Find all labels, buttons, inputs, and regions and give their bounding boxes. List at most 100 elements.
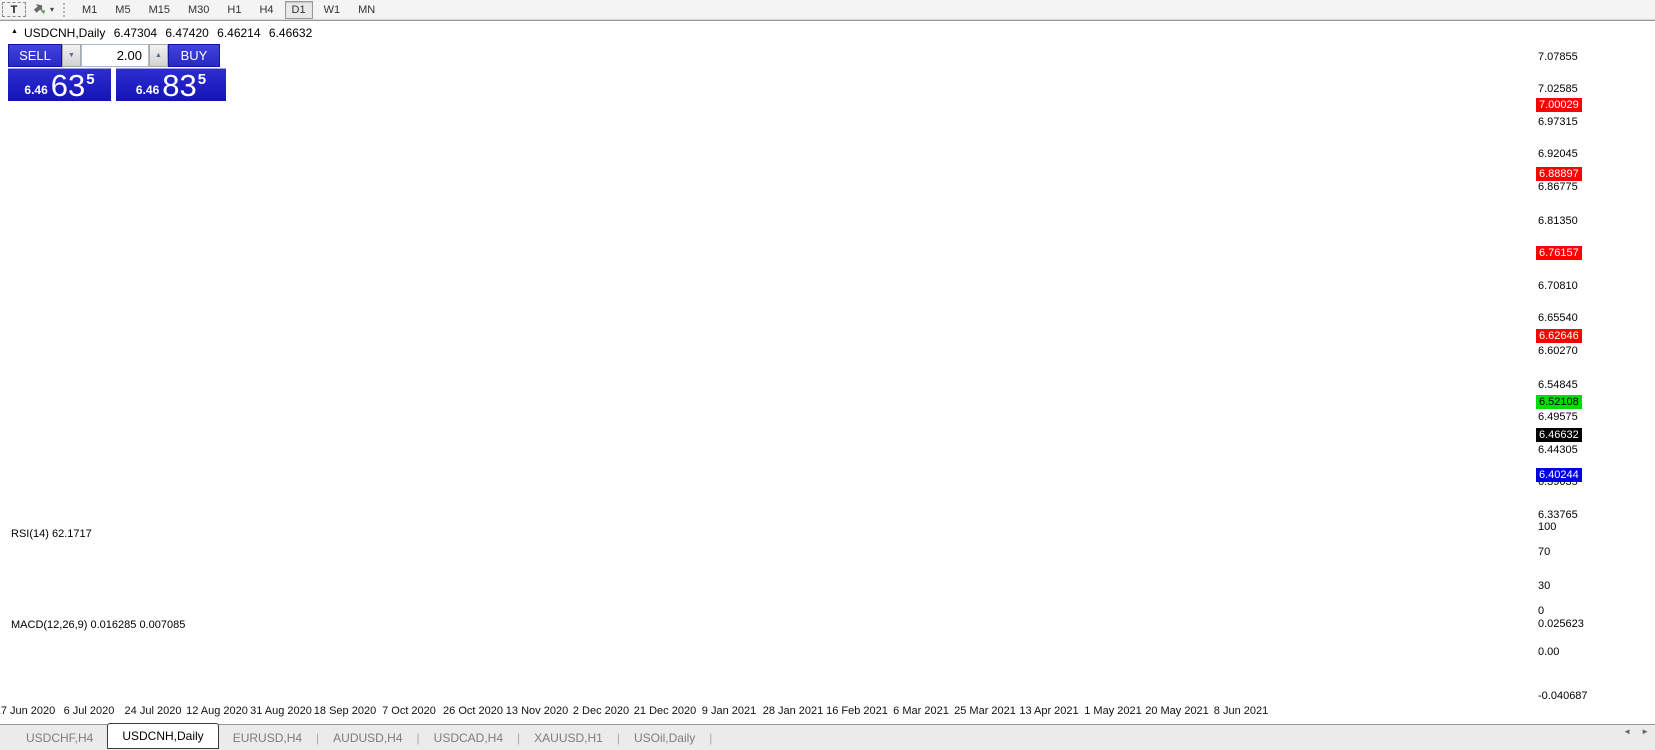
timeframe-button-d1[interactable]: D1: [284, 0, 313, 19]
chart-title-marker-icon: ▲: [11, 28, 18, 35]
toolbar-separator: [63, 2, 70, 17]
date-axis-tick-label: 12 Aug 2020: [186, 705, 248, 717]
date-axis-tick-label: 7 Oct 2020: [382, 705, 436, 717]
chart-high-value: 6.47420: [165, 26, 209, 40]
date-axis-tick-label: 18 Sep 2020: [313, 705, 377, 717]
text-label-tool-button[interactable]: T: [2, 2, 26, 17]
rsi-indicator-label: RSI(14) 62.1717: [11, 528, 92, 540]
chart-tab-usdchf[interactable]: USDCHF,H4: [12, 727, 107, 749]
chart-tab-xauusd[interactable]: XAUUSD,H1: [520, 727, 617, 749]
arrows-tool-icon: [32, 2, 48, 18]
rsi-name: RSI(14): [11, 528, 49, 540]
date-axis-tick-label: 24 Jul 2020: [124, 705, 182, 717]
tab-separator: |: [709, 730, 713, 745]
chart-tab-eurusd[interactable]: EURUSD,H4: [219, 727, 316, 749]
buy-price-sup: 5: [197, 71, 207, 88]
macd-name: MACD(12,26,9): [11, 619, 88, 631]
timeframe-button-m15[interactable]: M15: [142, 1, 177, 19]
timeframe-button-m1[interactable]: M1: [75, 1, 104, 19]
arrows-tool-dropdown[interactable]: ▾: [28, 2, 58, 18]
macd-signal-value: 0.007085: [139, 619, 186, 631]
timeframe-button-m5[interactable]: M5: [108, 1, 137, 19]
price-axis-tick-label: 6.97315: [1538, 115, 1578, 128]
date-axis-tick-label: 6 Jul 2020: [63, 705, 115, 717]
chart-tab-usdcnh[interactable]: USDCNH,Daily: [107, 722, 219, 749]
chart-tab-usoil[interactable]: USOil,Daily: [620, 727, 709, 749]
date-axis-tick-label: 2 Dec 2020: [572, 705, 630, 717]
chevron-down-icon: ▾: [50, 5, 55, 14]
date-axis-tick-label: 21 Dec 2020: [633, 705, 697, 717]
price-level-label: 6.88897: [1536, 166, 1582, 181]
macd-axis-tick-label: -0.040687: [1538, 690, 1588, 702]
chart-tab-bar: USDCHF,H4 USDCNH,Daily EURUSD,H4 | AUDUSD,H4…: [0, 722, 1655, 750]
date-axis-tick-label: 31 Aug 2020: [250, 705, 312, 717]
price-axis-tick-label: 6.33765: [1538, 509, 1578, 522]
timeframe-button-h4[interactable]: H4: [252, 1, 280, 19]
price-axis-tick-label: 6.49575: [1538, 411, 1578, 424]
rsi-axis-tick-label: 0: [1538, 605, 1545, 617]
chart-tab-usdcad[interactable]: USDCAD,H4: [420, 727, 517, 749]
price-axis-tick-label: 7.02585: [1538, 83, 1578, 96]
date-axis-tick-label: 16 Feb 2021: [826, 705, 888, 717]
rsi-axis-tick-label: 30: [1538, 579, 1551, 592]
price-level-label: 6.76157: [1536, 245, 1582, 260]
price-axis-tick-label: 7.07855: [1538, 50, 1578, 63]
one-click-trade-panel: SELL ▼ ▲ BUY 6.46 63 5 6.46 83 5: [8, 44, 226, 101]
macd-indicator-label: MACD(12,26,9) 0.016285 0.007085: [11, 619, 185, 631]
timeframe-button-m30[interactable]: M30: [181, 1, 216, 19]
tab-scroll-right-icon[interactable]: ►: [1641, 727, 1649, 736]
price-level-label: 7.00029: [1536, 97, 1582, 112]
date-axis-tick-label: 13 Apr 2021: [1019, 705, 1079, 717]
timeframe-button-mn[interactable]: MN: [351, 1, 382, 19]
chart-title: USDCNH,Daily 6.47304 6.47420 6.46214 6.4…: [24, 26, 317, 40]
rsi-axis-tick-label: 100: [1538, 521, 1557, 533]
timeframe-button-h1[interactable]: H1: [220, 1, 248, 19]
date-axis-tick-label: 1 May 2021: [1084, 705, 1142, 717]
tab-scroll-left-icon[interactable]: ◄: [1623, 727, 1631, 736]
price-axis-tick-label: 6.92045: [1538, 148, 1578, 161]
chart-open-value: 6.47304: [113, 26, 158, 40]
sell-button[interactable]: SELL: [8, 44, 62, 67]
buy-price-quote[interactable]: 6.46 83 5: [116, 68, 226, 101]
sell-price-quote[interactable]: 6.46 63 5: [8, 68, 111, 101]
chart-tab-audusd[interactable]: AUDUSD,H4: [319, 727, 416, 749]
tab-scroll-controls: ◄ ►: [1623, 727, 1649, 736]
rsi-axis-tick-label: 70: [1538, 545, 1551, 558]
date-axis-tick-label: 17 Jun 2020: [0, 705, 56, 717]
price-axis-tick-label: 6.44305: [1538, 443, 1578, 456]
date-axis-tick-label: 28 Jan 2021: [762, 705, 824, 717]
volume-decrease-button[interactable]: ▼: [62, 44, 81, 67]
date-axis-tick-label: 6 Mar 2021: [893, 705, 949, 717]
price-level-label: 6.62646: [1536, 329, 1582, 344]
macd-axis-tick-label: 0.025623: [1538, 618, 1584, 631]
price-axis-tick-label: 6.81350: [1538, 214, 1578, 227]
date-axis-tick-label: 26 Oct 2020: [443, 705, 503, 717]
sell-price-small: 6.46: [24, 83, 48, 97]
timeframe-button-group: M1 M5 M15 M30 H1 H4 D1 W1 MN: [75, 0, 382, 19]
price-axis-tick-label: 6.65540: [1538, 312, 1578, 325]
price-level-label: 6.40244: [1536, 467, 1582, 482]
price-axis-tick-label: 6.60270: [1538, 345, 1578, 358]
sell-price-sup: 5: [86, 71, 95, 88]
macd-axis-tick-label: 0.00: [1538, 646, 1560, 658]
sell-price-big: 63: [50, 68, 86, 103]
date-axis-tick-label: 9 Jan 2021: [701, 705, 757, 717]
buy-button[interactable]: BUY: [168, 44, 220, 67]
price-axis-tick-label: 6.54845: [1538, 378, 1578, 391]
chart-close-value: 6.46632: [268, 26, 313, 40]
timeframe-button-w1[interactable]: W1: [317, 1, 348, 19]
buy-price-small: 6.46: [135, 83, 160, 97]
volume-increase-button[interactable]: ▲: [149, 44, 168, 67]
top-toolbar: T ▾ M1 M5 M15 M30 H1 H4 D1 W1 MN: [0, 0, 1655, 20]
volume-input[interactable]: [81, 44, 149, 67]
date-axis-tick-label: 25 Mar 2021: [954, 705, 1016, 717]
date-axis-tick-label: 20 May 2021: [1145, 705, 1209, 717]
price-axis-tick-label: 6.70810: [1538, 279, 1578, 292]
rsi-value: 62.1717: [51, 528, 92, 540]
buy-price-big: 83: [162, 68, 197, 103]
chart-window: [0, 20, 1655, 750]
current-price-label: 6.46632: [1536, 428, 1582, 443]
price-level-label: 6.52108: [1536, 394, 1582, 409]
macd-main-value: 0.016285: [90, 619, 137, 631]
chart-symbol-period: USDCNH,Daily: [24, 26, 106, 40]
